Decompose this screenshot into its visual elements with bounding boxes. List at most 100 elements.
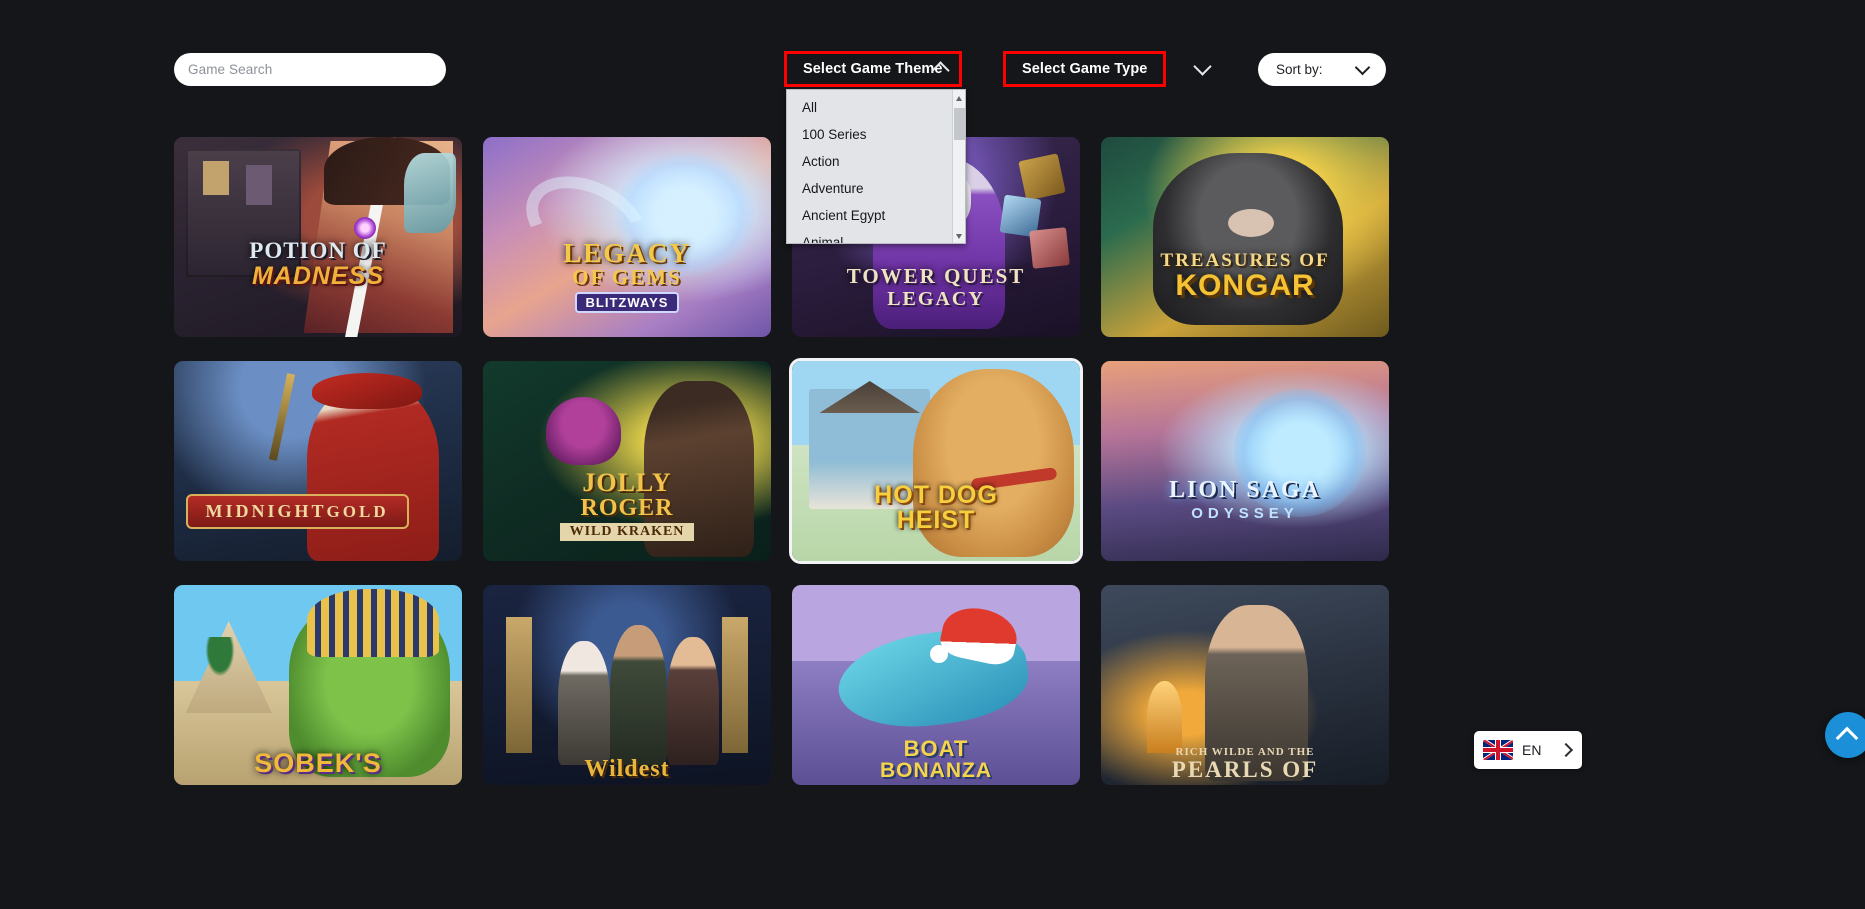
game-card[interactable]: MIDNIGHTGOLD <box>174 361 462 561</box>
scroll-up-arrow-icon[interactable] <box>953 92 965 105</box>
game-grid: POTION OF MADNESS LEGACY OF GEMS BLITZWAYS TO… <box>174 137 1389 809</box>
game-card[interactable]: BOAT BONANZA <box>792 585 1080 785</box>
game-title-line: ROGER <box>580 495 674 521</box>
game-title-art: LEGACY OF GEMS BLITZWAYS <box>483 240 771 313</box>
game-card[interactable]: TREASURES OF KONGAR <box>1101 137 1389 337</box>
game-title-art: SOBEK'S <box>174 750 462 777</box>
select-game-type-filter[interactable]: Select Game Type <box>1003 49 1167 89</box>
game-theme-dropdown-list[interactable]: All 100 Series Action Adventure Ancient Egyp… <box>786 89 966 244</box>
game-card[interactable]: Wildest <box>483 585 771 785</box>
game-title-line: BLITZWAYS <box>574 292 680 313</box>
game-title-line: MADNESS <box>251 262 384 290</box>
scrollbar-thumb[interactable] <box>954 108 965 140</box>
game-title-line: Wildest <box>584 756 670 782</box>
game-title-line: BONANZA <box>880 759 992 782</box>
artwork-detail <box>1147 681 1182 753</box>
dropdown-options: All 100 Series Action Adventure Ancient Egyp… <box>787 90 965 243</box>
sort-by-label: Sort by: <box>1276 62 1323 77</box>
artwork-detail <box>306 589 439 657</box>
dropdown-option[interactable]: Animal <box>787 229 965 243</box>
game-title-line: SOBEK'S <box>254 748 382 778</box>
artwork-detail <box>667 637 720 765</box>
artwork-detail <box>557 641 610 765</box>
artwork-detail <box>506 617 532 753</box>
game-title-art: LION SAGA ODYSSEY <box>1101 478 1389 521</box>
language-selector[interactable]: EN <box>1474 731 1582 769</box>
game-artwork <box>483 585 771 785</box>
dropdown-scrollbar[interactable] <box>952 90 965 243</box>
artwork-detail <box>1029 227 1071 269</box>
game-card[interactable]: HOT DOG HEIST <box>789 358 1083 564</box>
scroll-down-arrow-icon[interactable] <box>953 230 965 243</box>
game-title-art: MIDNIGHTGOLD <box>185 494 409 529</box>
artwork-detail <box>268 373 295 461</box>
game-title-line: KONGAR <box>1175 269 1315 302</box>
dropdown-option[interactable]: All <box>787 94 965 121</box>
game-title-art: Wildest <box>483 757 771 781</box>
title-banner: MIDNIGHTGOLD <box>185 494 409 529</box>
game-card[interactable]: JOLLY ROGER WILD KRAKEN <box>483 361 771 561</box>
artwork-detail <box>246 165 272 205</box>
artwork-detail <box>546 397 622 465</box>
game-title-line: GOLD <box>326 502 389 521</box>
game-title-art: BOAT BONANZA <box>792 736 1080 782</box>
game-title-line: OF GEMS <box>572 265 682 289</box>
dropdown-option[interactable]: 100 Series <box>787 121 965 148</box>
chevron-up-icon <box>1835 726 1859 750</box>
artwork-detail <box>306 385 439 561</box>
game-title-line: ODYSSEY <box>1191 505 1299 522</box>
game-card[interactable]: POTION OF MADNESS <box>174 137 462 337</box>
game-title-art: JOLLY ROGER WILD KRAKEN <box>483 470 771 541</box>
artwork-detail <box>353 217 376 239</box>
scroll-to-top-button[interactable] <box>1825 712 1865 758</box>
artwork-detail <box>1018 153 1067 201</box>
game-title-art: RICH WILDE AND THE PEARLS OF <box>1101 747 1389 782</box>
search-input[interactable]: Game Search <box>174 53 446 86</box>
game-artwork <box>1101 361 1389 561</box>
uk-flag-icon <box>1483 740 1513 760</box>
game-title-line: HEIST <box>896 506 976 534</box>
select-game-theme-toggle[interactable] <box>930 58 952 85</box>
dropdown-option[interactable]: Adventure <box>787 175 965 202</box>
game-title-line: WILD KRAKEN <box>559 523 695 541</box>
dropdown-option[interactable]: Ancient Egypt <box>787 202 965 229</box>
chevron-up-icon <box>930 58 952 80</box>
artwork-detail <box>202 161 229 195</box>
game-row: POTION OF MADNESS LEGACY OF GEMS BLITZWAYS TO… <box>174 137 1389 337</box>
select-game-type-label: Select Game Type <box>1003 51 1167 87</box>
game-card[interactable]: SOBEK'S <box>174 585 462 785</box>
game-title-line: BOAT <box>903 736 969 761</box>
game-row: MIDNIGHTGOLD JOLLY ROGER WILD KRAKEN HOT DOG… <box>174 358 1389 564</box>
game-title-art: HOT DOG HEIST <box>792 483 1080 533</box>
game-title-line: MIDNIGHT <box>205 501 327 521</box>
game-title-line: JOLLY <box>582 468 672 497</box>
select-game-type-toggle[interactable] <box>1192 58 1214 85</box>
language-code: EN <box>1522 742 1542 758</box>
game-card[interactable]: LEGACY OF GEMS BLITZWAYS <box>483 137 771 337</box>
game-title-line: TREASURES OF <box>1160 250 1330 271</box>
game-title-line: TOWER QUEST <box>846 264 1026 288</box>
game-title-line: LEGACY <box>563 238 691 268</box>
dropdown-option[interactable]: Action <box>787 148 965 175</box>
chevron-down-icon <box>1354 61 1372 79</box>
chevron-right-icon <box>1559 743 1573 757</box>
game-title-line: LION SAGA <box>1168 477 1322 503</box>
game-title-art: POTION OF MADNESS <box>174 239 462 289</box>
game-title-art: TOWER QUEST LEGACY <box>792 264 1080 310</box>
sort-by-dropdown[interactable]: Sort by: <box>1258 53 1386 86</box>
artwork-detail <box>202 637 238 681</box>
game-artwork <box>1101 137 1389 337</box>
artwork-detail <box>609 625 668 765</box>
game-card[interactable]: RICH WILDE AND THE PEARLS OF <box>1101 585 1389 785</box>
game-title-art: TREASURES OF KONGAR <box>1101 251 1389 301</box>
game-title-line: PEARLS OF <box>1171 757 1319 782</box>
game-artwork <box>174 137 462 337</box>
game-title-line: LEGACY <box>887 288 985 310</box>
game-title-line: HOT DOG <box>874 481 998 509</box>
artwork-detail <box>1227 209 1274 237</box>
game-card[interactable]: LION SAGA ODYSSEY <box>1101 361 1389 561</box>
game-title-line: POTION OF <box>249 238 387 263</box>
artwork-detail <box>404 153 457 233</box>
artwork-detail <box>312 373 422 409</box>
artwork-detail <box>722 617 748 753</box>
